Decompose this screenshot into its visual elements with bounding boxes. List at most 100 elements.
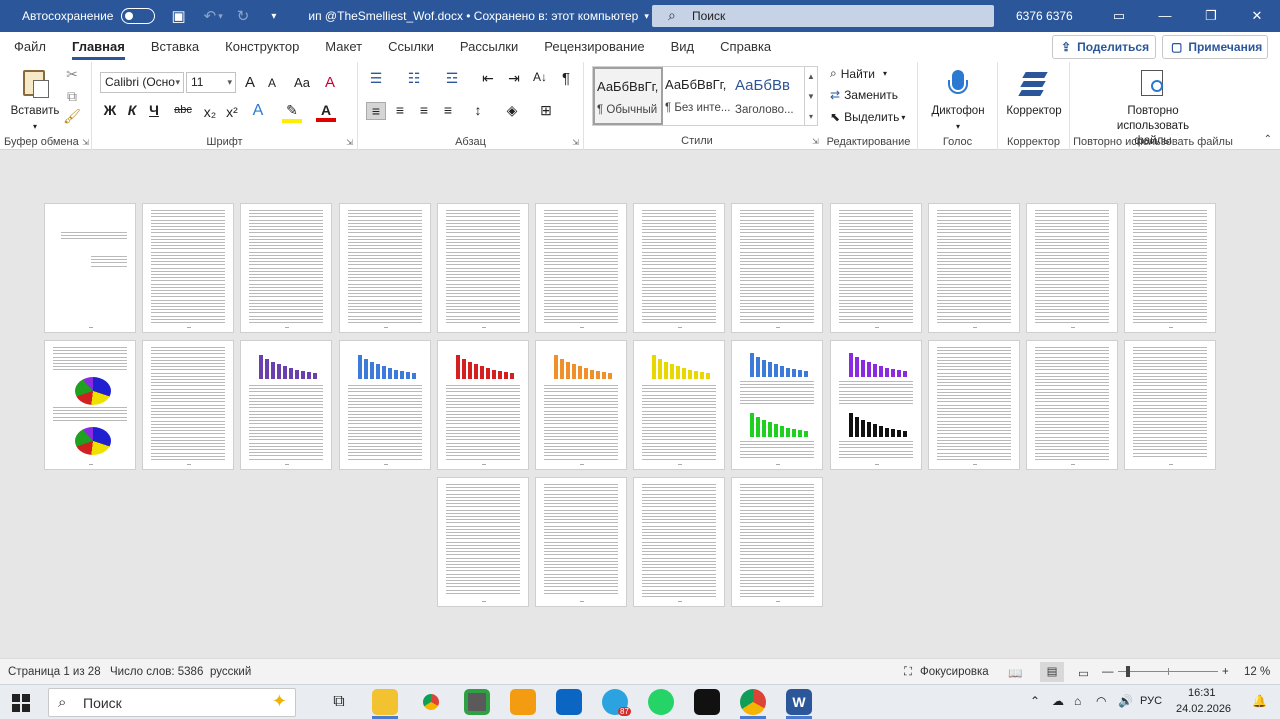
tray-chevron-icon[interactable]: ⌃	[1030, 694, 1040, 708]
style-heading[interactable]: АаБбВв Заголово...	[733, 67, 803, 125]
page-thumbnail[interactable]	[829, 340, 922, 470]
comments-button[interactable]: ▢ Примечания	[1162, 35, 1268, 59]
outlook-icon[interactable]	[556, 689, 582, 715]
chrome-icon[interactable]	[418, 689, 444, 715]
dictate-button[interactable]: Диктофон ▾	[926, 68, 990, 134]
page-thumbnail[interactable]	[1124, 203, 1217, 333]
page-thumbnail[interactable]	[829, 203, 922, 333]
show-formatting-button[interactable]: ¶	[556, 70, 576, 87]
capcut-icon[interactable]	[694, 689, 720, 715]
ribbon-display-icon[interactable]: ▭	[1096, 0, 1142, 32]
page-thumbnail[interactable]	[535, 477, 627, 607]
page-thumbnail[interactable]	[338, 203, 431, 333]
document-title[interactable]: ип @TheSmelliest_Wof.docx • Сохранено в:…	[308, 9, 638, 23]
undo-dropdown-icon[interactable]: ▾	[218, 11, 223, 22]
task-view-icon[interactable]: ⧉	[326, 689, 352, 715]
page-thumbnail[interactable]	[927, 203, 1020, 333]
page-thumbnail[interactable]	[633, 477, 726, 607]
title-dropdown-icon[interactable]: ▾	[644, 11, 649, 22]
page-thumbnail[interactable]	[44, 203, 136, 333]
page-thumbnail[interactable]	[338, 340, 431, 470]
zoom-out-icon[interactable]: —	[1102, 666, 1114, 678]
font-name-combo[interactable]: Calibri (Осно ▾	[100, 72, 184, 93]
style-no-spacing[interactable]: АаБбВвГг, ¶ Без инте...	[663, 67, 733, 125]
select-button[interactable]: ⬉ Выделить ▾	[830, 110, 905, 124]
task-manager-icon[interactable]	[464, 689, 490, 715]
start-button[interactable]	[12, 694, 30, 712]
replace-button[interactable]: ⇄ Заменить	[830, 88, 898, 102]
font-launcher-icon[interactable]: ⇲	[346, 138, 353, 147]
page-thumbnail[interactable]	[436, 477, 529, 607]
tray-volume-icon[interactable]: 🔊	[1118, 694, 1133, 708]
word-icon[interactable]: W	[786, 689, 812, 715]
decrease-indent-icon[interactable]: ⇤	[478, 70, 498, 87]
tab-file[interactable]: Файл	[0, 32, 59, 62]
page-thumbnail[interactable]	[240, 340, 333, 470]
zoom-slider[interactable]	[1118, 666, 1218, 677]
zoom-thumb[interactable]	[1126, 666, 1130, 677]
tray-onedrive-icon[interactable]: ☁	[1052, 694, 1064, 708]
strikethrough-button[interactable]: abc	[170, 104, 196, 116]
style-normal[interactable]: АаБбВвГг, ¶ Обычный	[593, 67, 663, 125]
justify-icon[interactable]: ≡	[438, 102, 458, 118]
clipboard-launcher-icon[interactable]: ⇲	[82, 138, 89, 147]
underline-button[interactable]: Ч	[144, 102, 164, 118]
close-button[interactable]: ✕	[1234, 0, 1280, 32]
text-effects-button[interactable]: A	[248, 102, 268, 120]
align-center-icon[interactable]: ≡	[390, 102, 410, 118]
subscript-button[interactable]: x₂	[200, 104, 220, 120]
align-right-icon[interactable]: ≡	[414, 102, 434, 118]
page-thumbnail[interactable]	[1026, 340, 1118, 470]
tray-network-icon[interactable]: ⌂	[1074, 694, 1081, 708]
web-layout-icon[interactable]: ▭	[1078, 666, 1089, 680]
zoom-in-icon[interactable]: +	[1222, 666, 1229, 678]
customize-qat-icon[interactable]: ▾	[271, 11, 276, 22]
page-thumbnail[interactable]	[633, 203, 726, 333]
redo-icon[interactable]: ↻	[237, 7, 250, 25]
input-language[interactable]: РУС	[1140, 695, 1162, 707]
save-icon[interactable]: ▣	[171, 7, 185, 25]
collapse-ribbon-icon[interactable]: ⌃	[1264, 134, 1272, 145]
page-thumbnail[interactable]	[731, 340, 824, 470]
shrink-font-icon[interactable]: A	[262, 76, 282, 90]
find-button[interactable]: ⌕ Найти ▾	[830, 66, 887, 81]
bullets-icon[interactable]: ☰	[366, 70, 386, 87]
borders-icon[interactable]: ⊞	[536, 102, 556, 119]
page-thumbnail[interactable]	[535, 340, 627, 470]
page-thumbnail[interactable]	[1124, 340, 1217, 470]
clock-time[interactable]: 16:31	[1188, 687, 1216, 699]
multilevel-list-icon[interactable]: ☲	[442, 70, 462, 87]
focus-icon[interactable]: ⛶	[904, 666, 912, 679]
shading-icon[interactable]: ◈	[502, 102, 522, 119]
page-thumbnail[interactable]	[633, 340, 726, 470]
word-count[interactable]: Число слов: 5386	[110, 666, 203, 678]
search-box[interactable]: ⌕ Поиск	[652, 5, 994, 27]
format-painter-icon[interactable]: 🖌	[62, 108, 82, 125]
page-thumbnail[interactable]	[44, 340, 136, 470]
page-thumbnail[interactable]	[731, 203, 824, 333]
focus-label[interactable]: Фокусировка	[920, 666, 989, 678]
notifications-icon[interactable]: 🔔	[1252, 694, 1267, 708]
page-thumbnail[interactable]	[436, 203, 529, 333]
clock-date[interactable]: 24.02.2026	[1176, 703, 1231, 715]
styles-scroll[interactable]: ▲ ▼ ▾	[804, 66, 818, 126]
tab-help[interactable]: Справка	[707, 32, 784, 62]
italic-button[interactable]: К	[122, 102, 142, 118]
share-button[interactable]: ⇪ Поделиться	[1052, 35, 1156, 59]
minimize-button[interactable]: —	[1142, 0, 1188, 32]
grow-font-icon[interactable]: A	[240, 74, 260, 91]
highlight-color-icon[interactable]: ✎	[282, 102, 302, 123]
taskbar-search[interactable]: ⌕ Поиск ✦	[48, 688, 296, 717]
document-canvas[interactable]	[0, 150, 1280, 658]
tab-view[interactable]: Вид	[658, 32, 708, 62]
font-color-icon[interactable]: A	[316, 102, 336, 122]
increase-indent-icon[interactable]: ⇥	[504, 70, 524, 87]
print-layout-icon[interactable]: ▤	[1040, 662, 1064, 682]
file-explorer-icon[interactable]	[372, 689, 398, 715]
page-thumbnail[interactable]	[142, 203, 235, 333]
user-name[interactable]: 6376 6376	[1016, 9, 1073, 23]
align-left-icon[interactable]: ≡	[366, 102, 386, 120]
cut-icon[interactable]: ✂	[62, 66, 82, 83]
page-indicator[interactable]: Страница 1 из 28	[8, 666, 101, 678]
autosave-toggle[interactable]	[121, 8, 156, 24]
